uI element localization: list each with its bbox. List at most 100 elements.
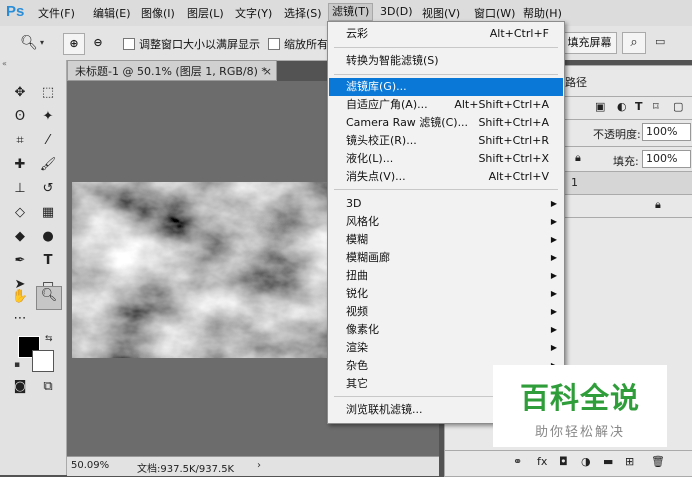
menu-item-label: 模糊: [346, 233, 368, 246]
menu-item-shortcut: Alt+Ctrl+V: [488, 170, 549, 183]
menu-separator: [334, 189, 558, 190]
filter-menu-item[interactable]: 模糊 ▶: [329, 231, 563, 249]
menu-edit[interactable]: 编辑(E): [93, 5, 131, 21]
background-color-swatch[interactable]: [32, 350, 54, 372]
brush-tool-icon[interactable]: 🖌︎: [39, 156, 57, 174]
default-colors-icon[interactable]: ▪: [14, 360, 20, 370]
zoom-all-checkbox[interactable]: [268, 38, 280, 50]
quick-mask-icon[interactable]: ◙: [11, 378, 29, 396]
menu-window[interactable]: 窗口(W): [474, 5, 515, 21]
filter-menu-item[interactable]: 转换为智能滤镜(S): [329, 52, 563, 70]
zoom-tool-active-icon[interactable]: 🔍︎: [36, 286, 62, 310]
filter-menu-item[interactable]: 液化(L)... Shift+Ctrl+X: [329, 150, 563, 168]
zoom-out-button[interactable]: ⊖: [88, 33, 108, 53]
healing-brush-tool-icon[interactable]: ✚: [11, 156, 29, 174]
filter-menu-item[interactable]: 镜头校正(R)... Shift+Ctrl+R: [329, 132, 563, 150]
hand-tool-icon[interactable]: ✋: [11, 288, 29, 306]
search-icon[interactable]: ⌕: [622, 32, 646, 54]
stamp-tool-icon[interactable]: ⊥: [11, 180, 29, 198]
filter-menu-item[interactable]: 滤镜库(G)...: [329, 78, 563, 96]
filter-menu-item[interactable]: 像素化 ▶: [329, 321, 563, 339]
submenu-arrow-icon: ▶: [550, 289, 557, 298]
eyedropper-tool-icon[interactable]: ⁄: [39, 132, 57, 150]
menu-separator: [334, 74, 558, 75]
chevron-right-icon[interactable]: ›: [257, 460, 261, 471]
menu-view[interactable]: 视图(V): [422, 5, 460, 21]
menu-select[interactable]: 选择(S): [284, 5, 322, 21]
add-mask-icon[interactable]: ◘: [559, 455, 568, 468]
adjustment-layer-icon[interactable]: ◑: [581, 455, 591, 468]
menu-3d[interactable]: 3D(D): [380, 5, 413, 18]
type-tool-icon[interactable]: T: [39, 252, 57, 270]
toolbox-header[interactable]: «: [2, 60, 62, 68]
menu-item-label: 滤镜库(G)...: [346, 80, 407, 93]
link-layers-icon[interactable]: ⚭: [513, 455, 522, 468]
chevron-down-icon[interactable]: ▾: [40, 38, 44, 47]
document-tab-title: 未标题-1 @ 50.1% (图层 1, RGB/8) *: [75, 65, 267, 78]
document-info: 文档:937.5K/937.5K: [137, 464, 235, 475]
menu-layer[interactable]: 图层(L): [187, 5, 224, 21]
move-tool-icon[interactable]: ✥: [11, 84, 29, 102]
close-icon[interactable]: ×: [263, 61, 272, 82]
menu-image[interactable]: 图像(I): [141, 5, 175, 21]
smart-object-filter-icon[interactable]: ▢: [673, 100, 683, 113]
swap-colors-icon[interactable]: ⇆: [45, 334, 53, 344]
resize-windows-checkbox[interactable]: [123, 38, 135, 50]
new-layer-icon[interactable]: ⊞: [625, 455, 634, 468]
image-filter-icon[interactable]: ▣: [595, 100, 605, 113]
menu-item-label: 其它: [346, 377, 368, 390]
submenu-arrow-icon: ▶: [550, 253, 557, 262]
tab-paths[interactable]: 路径: [565, 74, 587, 90]
zoom-in-button[interactable]: ⊕: [63, 33, 85, 55]
adjustment-filter-icon[interactable]: ◐: [617, 100, 627, 113]
lock-all-icon[interactable]: 🔒︎: [575, 151, 581, 165]
menu-filter[interactable]: 滤镜(T): [328, 3, 374, 21]
group-icon[interactable]: ▬: [603, 455, 613, 468]
status-bar: 50.09% 文档:937.5K/937.5K ›: [67, 456, 439, 476]
submenu-arrow-icon: ▶: [550, 271, 557, 280]
filter-menu-item[interactable]: 云彩 Alt+Ctrl+F: [329, 25, 563, 43]
workspace-icon[interactable]: ▭: [655, 35, 665, 48]
menu-file[interactable]: 文件(F): [38, 5, 75, 21]
shape-filter-icon[interactable]: ⌑: [653, 100, 659, 113]
filter-menu-item[interactable]: 扭曲 ▶: [329, 267, 563, 285]
resize-windows-label: 调整窗口大小以满屏显示: [139, 38, 260, 51]
filter-menu-item[interactable]: 模糊画廊 ▶: [329, 249, 563, 267]
menu-help[interactable]: 帮助(H): [523, 5, 562, 21]
fill-label: 填充:: [613, 155, 639, 168]
opacity-input[interactable]: 100%: [642, 123, 691, 141]
trash-icon[interactable]: 🗑︎: [651, 455, 665, 468]
type-filter-icon[interactable]: T: [635, 100, 643, 113]
menu-item-label: 浏览联机滤镜...: [346, 403, 423, 416]
screen-mode-icon[interactable]: ⧉: [39, 378, 57, 396]
crop-tool-icon[interactable]: ⌗: [11, 132, 29, 150]
filter-menu-item[interactable]: 风格化 ▶: [329, 213, 563, 231]
fill-input[interactable]: 100%: [642, 150, 691, 168]
filter-menu-item[interactable]: 消失点(V)... Alt+Ctrl+V: [329, 168, 563, 186]
history-brush-tool-icon[interactable]: ↺: [39, 180, 57, 198]
document-tab[interactable]: 未标题-1 @ 50.1% (图层 1, RGB/8) * ×: [67, 60, 277, 81]
more-tools-icon[interactable]: ⋯: [11, 310, 29, 328]
dodge-tool-icon[interactable]: ●: [39, 228, 57, 246]
menu-item-label: 云彩: [346, 27, 368, 40]
blur-tool-icon[interactable]: ◆: [11, 228, 29, 246]
menu-type[interactable]: 文字(Y): [235, 5, 272, 21]
magic-wand-tool-icon[interactable]: ✦: [39, 108, 57, 126]
filter-menu-item[interactable]: 3D ▶: [329, 195, 563, 213]
filter-menu-item[interactable]: 锐化 ▶: [329, 285, 563, 303]
zoom-level[interactable]: 50.09%: [71, 460, 109, 471]
marquee-tool-icon[interactable]: ⬚: [39, 84, 57, 102]
gradient-tool-icon[interactable]: ▦: [39, 204, 57, 222]
filter-menu-item[interactable]: 自适应广角(A)... Alt+Shift+Ctrl+A: [329, 96, 563, 114]
filter-menu-item[interactable]: 视频 ▶: [329, 303, 563, 321]
fx-icon[interactable]: fx: [537, 455, 547, 468]
lock-icon: 🔒︎: [655, 198, 661, 211]
filter-menu-item[interactable]: Camera Raw 滤镜(C)... Shift+Ctrl+A: [329, 114, 563, 132]
fill-screen-button[interactable]: 填充屏幕: [562, 32, 617, 54]
menu-item-label: 渲染: [346, 341, 368, 354]
filter-menu-item[interactable]: 渲染 ▶: [329, 339, 563, 357]
pen-tool-icon[interactable]: ✒: [11, 252, 29, 270]
eraser-tool-icon[interactable]: ◇: [11, 204, 29, 222]
zoom-tool-icon[interactable]: 🔍︎: [20, 34, 38, 52]
lasso-tool-icon[interactable]: ʘ: [11, 108, 29, 126]
